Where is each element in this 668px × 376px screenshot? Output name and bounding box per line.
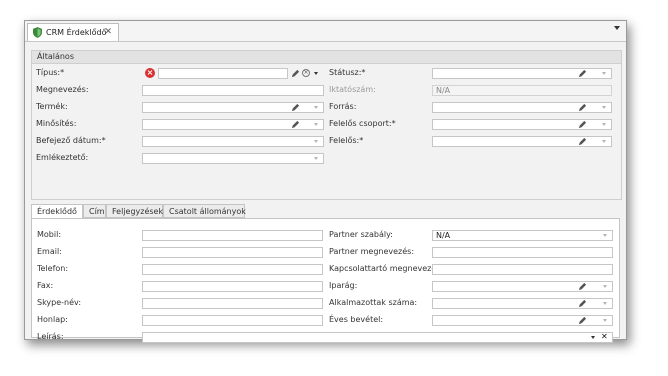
crm-window: CRM Érdeklődő ✕ Általános Típus:* Megnev… bbox=[24, 20, 627, 343]
close-icon[interactable]: ✕ bbox=[104, 27, 112, 37]
kapcsolattarto-label: Kapcsolattartó megnevezés: bbox=[329, 264, 444, 273]
fax-label: Fax: bbox=[37, 281, 54, 290]
email-label: Email: bbox=[37, 247, 62, 256]
kapcsolattarto-input[interactable] bbox=[432, 264, 613, 275]
statusz-chevron-down-icon[interactable] bbox=[602, 72, 606, 75]
mobil-input[interactable] bbox=[142, 230, 323, 241]
tipus-label: Típus:* bbox=[36, 68, 65, 77]
honlap-label: Honlap: bbox=[37, 315, 68, 324]
general-group-header: Általános bbox=[32, 51, 621, 64]
email-input[interactable] bbox=[142, 247, 323, 258]
skype-input[interactable] bbox=[142, 298, 323, 309]
tab-page-erdeklodo: Mobil: Email: Telefon: Fax: Skype-név: H… bbox=[31, 218, 620, 343]
forras-chevron-down-icon[interactable] bbox=[602, 106, 606, 109]
felelos-csoport-pencil-icon[interactable] bbox=[578, 120, 587, 129]
forras-label: Forrás: bbox=[329, 102, 357, 111]
felelos-chevron-down-icon[interactable] bbox=[602, 140, 606, 143]
telefon-label: Telefon: bbox=[37, 264, 69, 273]
emlekezteto-label: Emlékeztető: bbox=[36, 153, 89, 162]
error-icon: × bbox=[145, 68, 155, 78]
iktatoszam-label: Iktatószám: bbox=[329, 85, 376, 94]
termek-chevron-down-icon[interactable] bbox=[314, 106, 318, 109]
mobil-label: Mobil: bbox=[37, 230, 62, 239]
iktatoszam-field: N/A bbox=[432, 85, 612, 96]
fax-input[interactable] bbox=[142, 281, 323, 292]
minosites-chevron-down-icon[interactable] bbox=[314, 123, 318, 126]
iparag-pencil-icon[interactable] bbox=[578, 282, 587, 291]
tab-csatolt-allomanyok[interactable]: Csatolt állományok bbox=[163, 204, 246, 218]
termek-pencil-icon[interactable] bbox=[291, 103, 300, 112]
megnevezes-label: Megnevezés: bbox=[36, 85, 89, 94]
felelos-label: Felelős:* bbox=[329, 136, 364, 145]
tab-menu-chevron-down-icon[interactable] bbox=[614, 26, 620, 30]
minosites-label: Minősítés: bbox=[36, 119, 77, 128]
eves-bevetel-pencil-icon[interactable] bbox=[578, 316, 587, 325]
forras-pencil-icon[interactable] bbox=[578, 103, 587, 112]
statusz-label: Státusz:* bbox=[329, 68, 366, 77]
alkalmazottak-chevron-down-icon[interactable] bbox=[603, 302, 607, 305]
shield-icon bbox=[33, 27, 42, 38]
partner-szabaly-chevron-down-icon[interactable] bbox=[603, 234, 607, 237]
alkalmazottak-label: Alkalmazottak száma: bbox=[329, 298, 418, 307]
felelos-csoport-chevron-down-icon[interactable] bbox=[602, 123, 606, 126]
document-tab-strip: CRM Érdeklődő ✕ bbox=[25, 21, 626, 42]
detail-tabs: Érdeklődő Cím Feljegyzések Csatolt állom… bbox=[31, 204, 620, 220]
honlap-input[interactable] bbox=[142, 315, 323, 326]
minosites-pencil-icon[interactable] bbox=[291, 120, 300, 129]
partner-szabaly-select[interactable]: N/A bbox=[432, 230, 613, 241]
clear-icon[interactable]: × bbox=[302, 69, 310, 77]
eves-bevetel-label: Éves bevétel: bbox=[329, 315, 384, 324]
tab-feljegyzesek[interactable]: Feljegyzések bbox=[106, 204, 163, 218]
leiras-chevron-down-icon[interactable] bbox=[591, 336, 595, 339]
leiras-input[interactable] bbox=[142, 332, 613, 343]
telefon-input[interactable] bbox=[142, 264, 323, 275]
tipus-chevron-down-icon[interactable] bbox=[314, 72, 318, 75]
general-group: Általános Típus:* Megnevezés: Termék: Mi… bbox=[31, 50, 622, 200]
alkalmazottak-pencil-icon[interactable] bbox=[578, 299, 587, 308]
general-group-title: Általános bbox=[37, 52, 74, 61]
tab-cim[interactable]: Cím bbox=[83, 204, 106, 218]
tipus-input[interactable] bbox=[158, 68, 288, 79]
felelos-csoport-label: Felelős csoport:* bbox=[329, 119, 396, 128]
skype-label: Skype-név: bbox=[37, 298, 82, 307]
emlekezteto-chevron-down-icon[interactable] bbox=[314, 157, 318, 160]
megnevezes-input[interactable] bbox=[142, 85, 324, 96]
partner-megnevezes-label: Partner megnevezés: bbox=[329, 247, 415, 256]
document-tab-title: CRM Érdeklődő bbox=[46, 28, 107, 37]
statusz-pencil-icon[interactable] bbox=[578, 69, 587, 78]
termek-label: Termék: bbox=[36, 102, 68, 111]
leiras-clear-icon[interactable]: ✕ bbox=[601, 332, 608, 341]
iparag-chevron-down-icon[interactable] bbox=[603, 285, 607, 288]
leiras-label: Leírás: bbox=[37, 332, 64, 341]
felelos-pencil-icon[interactable] bbox=[578, 137, 587, 146]
pencil-icon[interactable] bbox=[291, 69, 300, 78]
partner-megnevezes-input[interactable] bbox=[432, 247, 613, 258]
partner-szabaly-label: Partner szabály: bbox=[329, 230, 393, 239]
befejezo-datum-input[interactable] bbox=[142, 136, 324, 147]
befejezo-datum-chevron-down-icon[interactable] bbox=[314, 140, 318, 143]
document-tab-crm-erdeklodo[interactable]: CRM Érdeklődő ✕ bbox=[27, 23, 119, 41]
befejezo-datum-label: Befejező dátum:* bbox=[36, 136, 106, 145]
emlekezteto-input[interactable] bbox=[142, 153, 324, 164]
iparag-label: Iparág: bbox=[329, 281, 358, 290]
eves-bevetel-chevron-down-icon[interactable] bbox=[603, 319, 607, 322]
